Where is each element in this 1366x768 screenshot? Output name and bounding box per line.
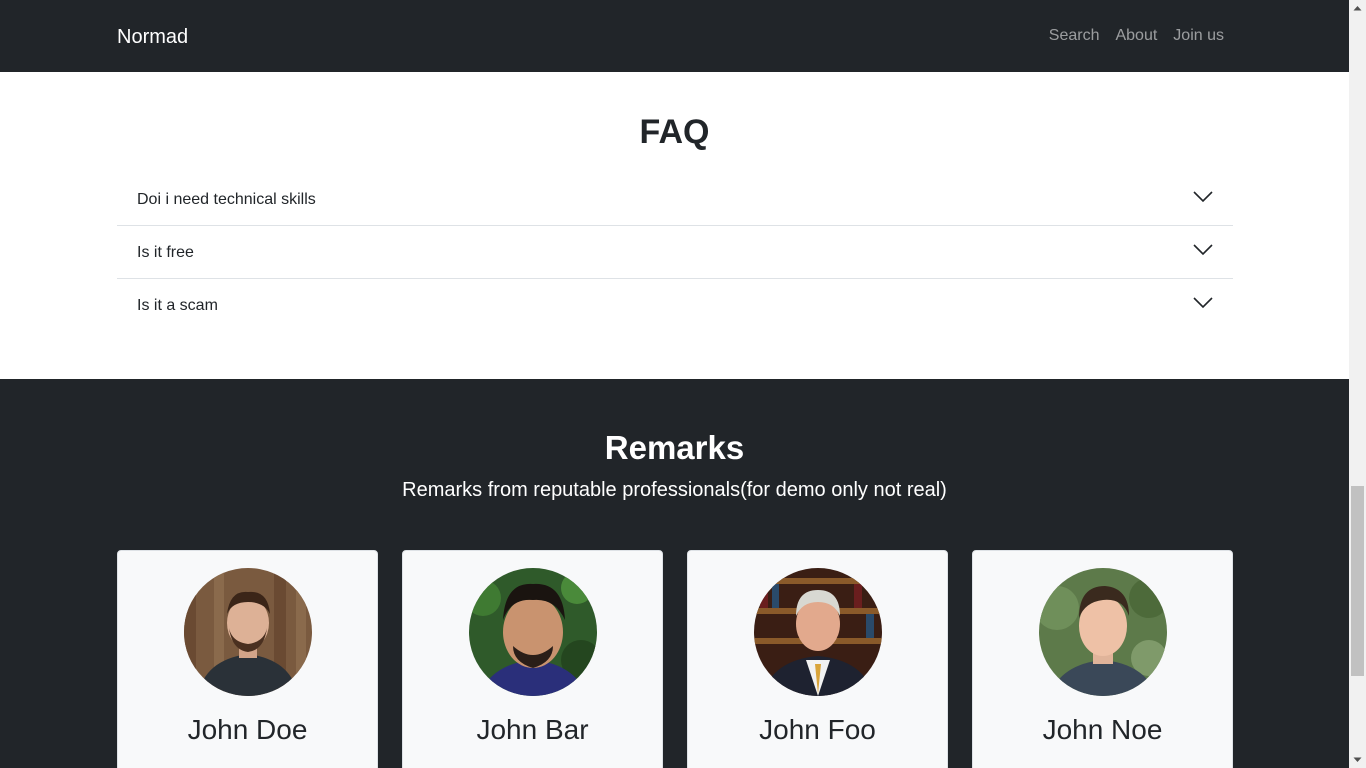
avatar [469,568,597,696]
nav-links: Search About Join us [1049,26,1224,46]
scrollbar-thumb[interactable] [1351,486,1364,676]
faq-item[interactable]: Is it a scam [117,279,1233,332]
card-name: John Foo [759,714,876,745]
scroll-up-icon[interactable] [1349,0,1366,17]
avatar [1039,568,1167,696]
card-name: John Doe [187,714,308,745]
avatar [184,568,312,696]
nav-link-about[interactable]: About [1115,26,1157,46]
faq-question: Is it free [137,244,194,261]
faq-section: FAQ Doi i need technical skills Is it fr… [0,72,1349,379]
faq-accordion: Doi i need technical skills Is it free I… [117,173,1233,332]
remarks-section: Remarks Remarks from reputable professio… [0,379,1349,768]
chevron-down-icon [1193,297,1213,309]
remarks-title: Remarks [604,429,745,466]
page: Normad Search About Join us FAQ Doi i ne… [0,0,1349,768]
chevron-down-icon [1193,244,1213,256]
navbar: Normad Search About Join us [0,0,1349,72]
chevron-down-icon [1193,191,1213,203]
faq-question: Doi i need technical skills [137,191,316,208]
faq-item[interactable]: Is it free [117,226,1233,279]
faq-title: FAQ [639,113,710,151]
page-scrollbar[interactable] [1349,0,1366,768]
brand-logo[interactable]: Normad [117,24,188,50]
remark-card: John Doe [117,550,378,768]
remark-card: John Bar [402,550,663,768]
card-name: John Noe [1042,714,1163,745]
faq-item[interactable]: Doi i need technical skills [117,173,1233,226]
remarks-subtitle: Remarks from reputable professionals(for… [402,479,947,501]
remark-card: John Noe [972,550,1233,768]
remarks-cards: John Doe John Bar John Foo John Noe [117,550,1233,768]
avatar [754,568,882,696]
scroll-down-icon[interactable] [1349,751,1366,768]
faq-question: Is it a scam [137,297,218,314]
card-name: John Bar [476,714,589,745]
remark-card: John Foo [687,550,948,768]
nav-link-join-us[interactable]: Join us [1173,26,1224,46]
nav-link-search[interactable]: Search [1049,26,1100,46]
